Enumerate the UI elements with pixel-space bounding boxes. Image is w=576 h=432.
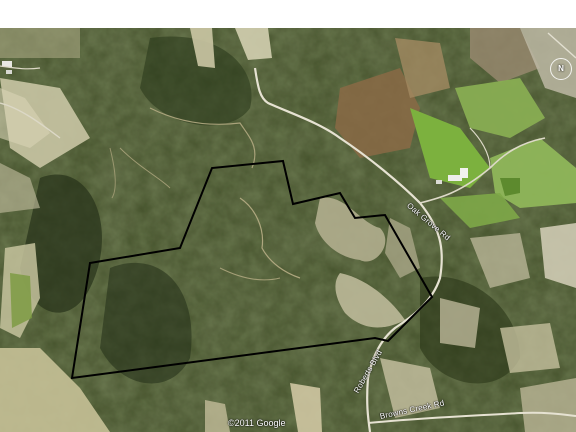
satellite-map[interactable]: N (0, 28, 576, 432)
top-bar (0, 0, 576, 28)
north-arrow-icon[interactable]: N (550, 58, 572, 80)
aerial-imagery (0, 28, 576, 432)
copyright-notice: ©2011 Google (228, 418, 286, 428)
